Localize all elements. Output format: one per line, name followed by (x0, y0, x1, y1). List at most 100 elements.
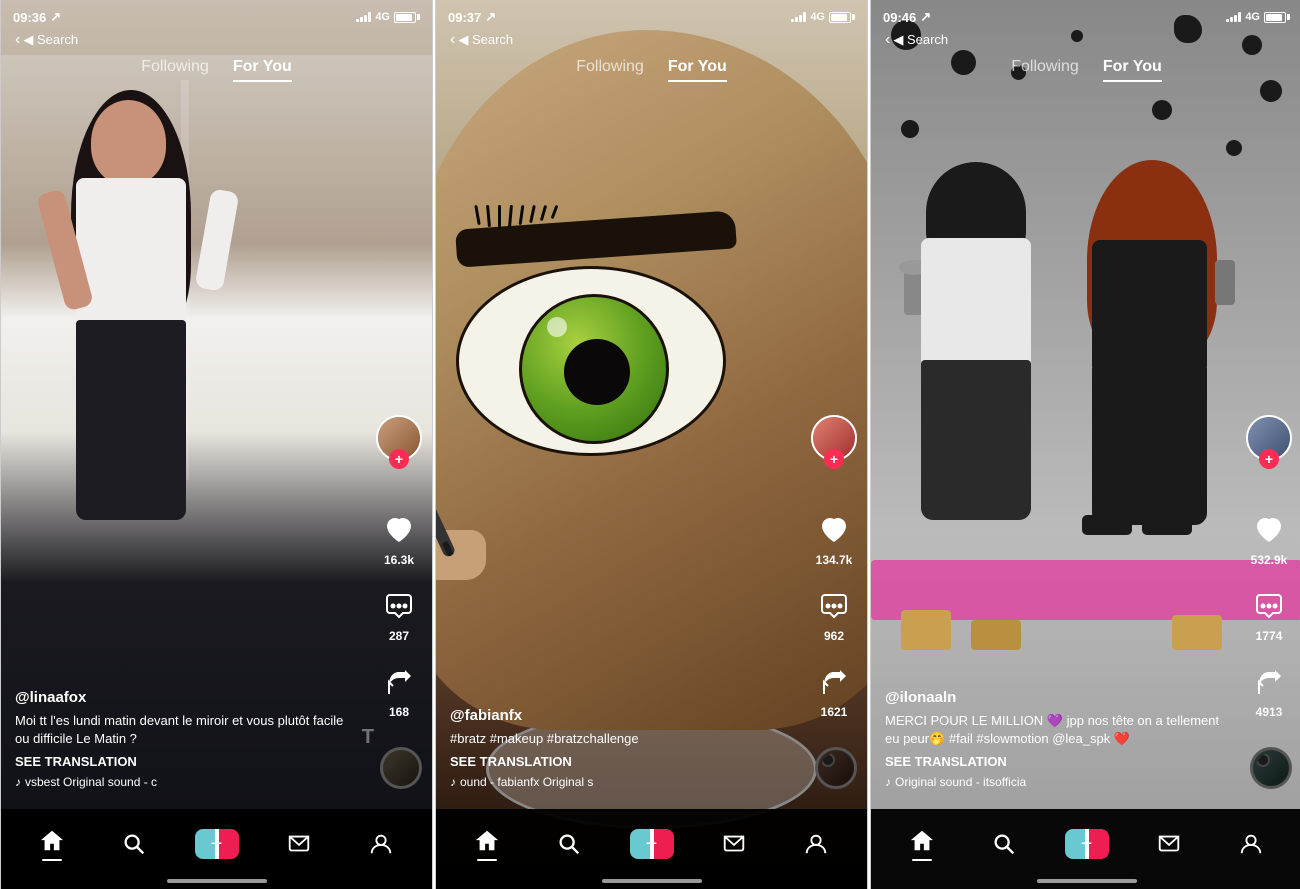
home-indicator-3 (1037, 879, 1137, 883)
nav-home-1[interactable] (11, 827, 93, 861)
battery-tip-1 (417, 14, 420, 20)
like-action-2[interactable]: 134.7k (813, 509, 855, 567)
plus-btn-3[interactable]: + (1065, 829, 1109, 859)
nav-profile-3[interactable] (1210, 830, 1292, 858)
tab-foryou-2[interactable]: For You (668, 54, 727, 82)
share-action-2[interactable]: 1621 (813, 661, 855, 719)
nav-plus-2[interactable]: + (610, 829, 692, 859)
share-action-3[interactable]: 4913 (1248, 661, 1290, 719)
share-count-2: 1621 (821, 705, 848, 719)
back-search-2[interactable]: ‹ ◀ Search (450, 31, 513, 49)
battery-tip-3 (1287, 14, 1290, 20)
marker-tip (442, 541, 454, 557)
woman-2 (1062, 170, 1252, 590)
time-3: 09:46 ↗ (883, 9, 931, 25)
music-disc-3 (1250, 747, 1292, 789)
follow-btn-1[interactable]: + (389, 449, 409, 469)
battery-body-1 (394, 12, 416, 23)
marker-2 (435, 470, 438, 560)
see-translation-2[interactable]: SEE TRANSLATION (450, 754, 788, 769)
battery-body-2 (829, 12, 851, 23)
bar-4 (368, 12, 371, 22)
bottom-nav-3: + (871, 809, 1300, 889)
nav-inbox-3[interactable] (1128, 830, 1210, 858)
music-disc-2 (815, 747, 857, 789)
nav-home-2[interactable] (446, 827, 528, 861)
search-text-1: ◀ Search (23, 32, 78, 48)
avatar-container-3[interactable]: + (1246, 415, 1292, 461)
right-actions-1: + 16.3k 287 (376, 415, 422, 719)
profile-icon-1 (367, 830, 395, 858)
plus-btn-2[interactable]: + (630, 829, 674, 859)
comment-action-1[interactable]: 287 (378, 585, 420, 643)
tab-foryou-1[interactable]: For You (233, 54, 292, 82)
signal-3 (1226, 12, 1241, 22)
nav-inbox-2[interactable] (693, 830, 775, 858)
bottom-nav-2: + (436, 809, 867, 889)
share-action-1[interactable]: 168 (378, 661, 420, 719)
share-icon-1 (378, 661, 420, 703)
plus-icon-1: + (211, 833, 223, 856)
nav-plus-3[interactable]: + (1045, 829, 1127, 859)
nav-inbox-1[interactable] (258, 830, 340, 858)
right-actions-3: + 532.9k 17 (1246, 415, 1292, 719)
nav-profile-1[interactable] (340, 830, 422, 858)
highlight-2 (547, 317, 567, 337)
chevron-3: ‹ (885, 31, 890, 49)
phones-container: 09:36 ↗ 4G (0, 0, 1300, 889)
tab-foryou-3[interactable]: For You (1103, 54, 1162, 82)
username-2[interactable]: @fabianfx (450, 707, 788, 724)
nav-plus-1[interactable]: + (175, 829, 257, 859)
home-indicator-1 (167, 879, 267, 883)
username-1[interactable]: @linaafox (15, 689, 353, 706)
time-1: 09:36 ↗ (13, 9, 61, 25)
signal-label-1: 4G (375, 11, 390, 23)
tab-following-1[interactable]: Following (141, 54, 209, 82)
plus-btn-1[interactable]: + (195, 829, 239, 859)
inbox-icon-1 (285, 830, 313, 858)
music-row-2: ♪ ound - fabianfx Original s (450, 775, 788, 789)
comment-action-3[interactable]: 1774 (1248, 585, 1290, 643)
comment-action-2[interactable]: 962 (813, 585, 855, 643)
avatar-container-1[interactable]: + (376, 415, 422, 461)
share-count-1: 168 (389, 705, 409, 719)
music-disc-inner-3 (1256, 753, 1270, 767)
tab-following-3[interactable]: Following (1011, 54, 1079, 82)
home-indicator-2 (602, 879, 702, 883)
home-underline-2 (477, 859, 497, 861)
body-w2 (1092, 240, 1207, 370)
nav-search-3[interactable] (963, 830, 1045, 858)
see-translation-1[interactable]: SEE TRANSLATION (15, 754, 353, 769)
trophy-body-2 (1215, 260, 1235, 305)
eye-white-2 (456, 266, 726, 456)
nav-tabs-3: Following For You (871, 50, 1300, 86)
status-bar-1: 09:36 ↗ 4G (1, 0, 432, 28)
nav-profile-2[interactable] (775, 830, 857, 858)
see-translation-3[interactable]: SEE TRANSLATION (885, 754, 1223, 769)
confetti-9 (1226, 140, 1242, 156)
back-search-1[interactable]: ‹ ◀ Search (15, 31, 78, 49)
follow-btn-3[interactable]: + (1259, 449, 1279, 469)
bar-4 (803, 12, 806, 22)
avatar-container-2[interactable]: + (811, 415, 857, 461)
battery-3 (1264, 12, 1290, 23)
tab-following-2[interactable]: Following (576, 54, 644, 82)
comment-count-1: 287 (389, 629, 409, 643)
like-action-1[interactable]: 16.3k (378, 509, 420, 567)
username-3[interactable]: @ilonaaln (885, 689, 1223, 706)
caption-2: #bratz #makeup #bratzchallenge (450, 730, 788, 748)
signal-1 (356, 12, 371, 22)
lashes-2 (476, 205, 556, 229)
comment-icon-3 (1248, 585, 1290, 627)
follow-btn-2[interactable]: + (824, 449, 844, 469)
block-1 (901, 610, 951, 650)
back-search-3[interactable]: ‹ ◀ Search (885, 31, 948, 49)
lash-1 (474, 205, 480, 225)
like-action-3[interactable]: 532.9k (1248, 509, 1290, 567)
nav-search-1[interactable] (93, 830, 175, 858)
search-text-2: ◀ Search (458, 32, 513, 48)
status-right-3: 4G (1226, 11, 1290, 23)
nav-search-2[interactable] (528, 830, 610, 858)
music-text-2: ound - fabianfx Original s (460, 775, 593, 789)
nav-home-3[interactable] (881, 827, 963, 861)
